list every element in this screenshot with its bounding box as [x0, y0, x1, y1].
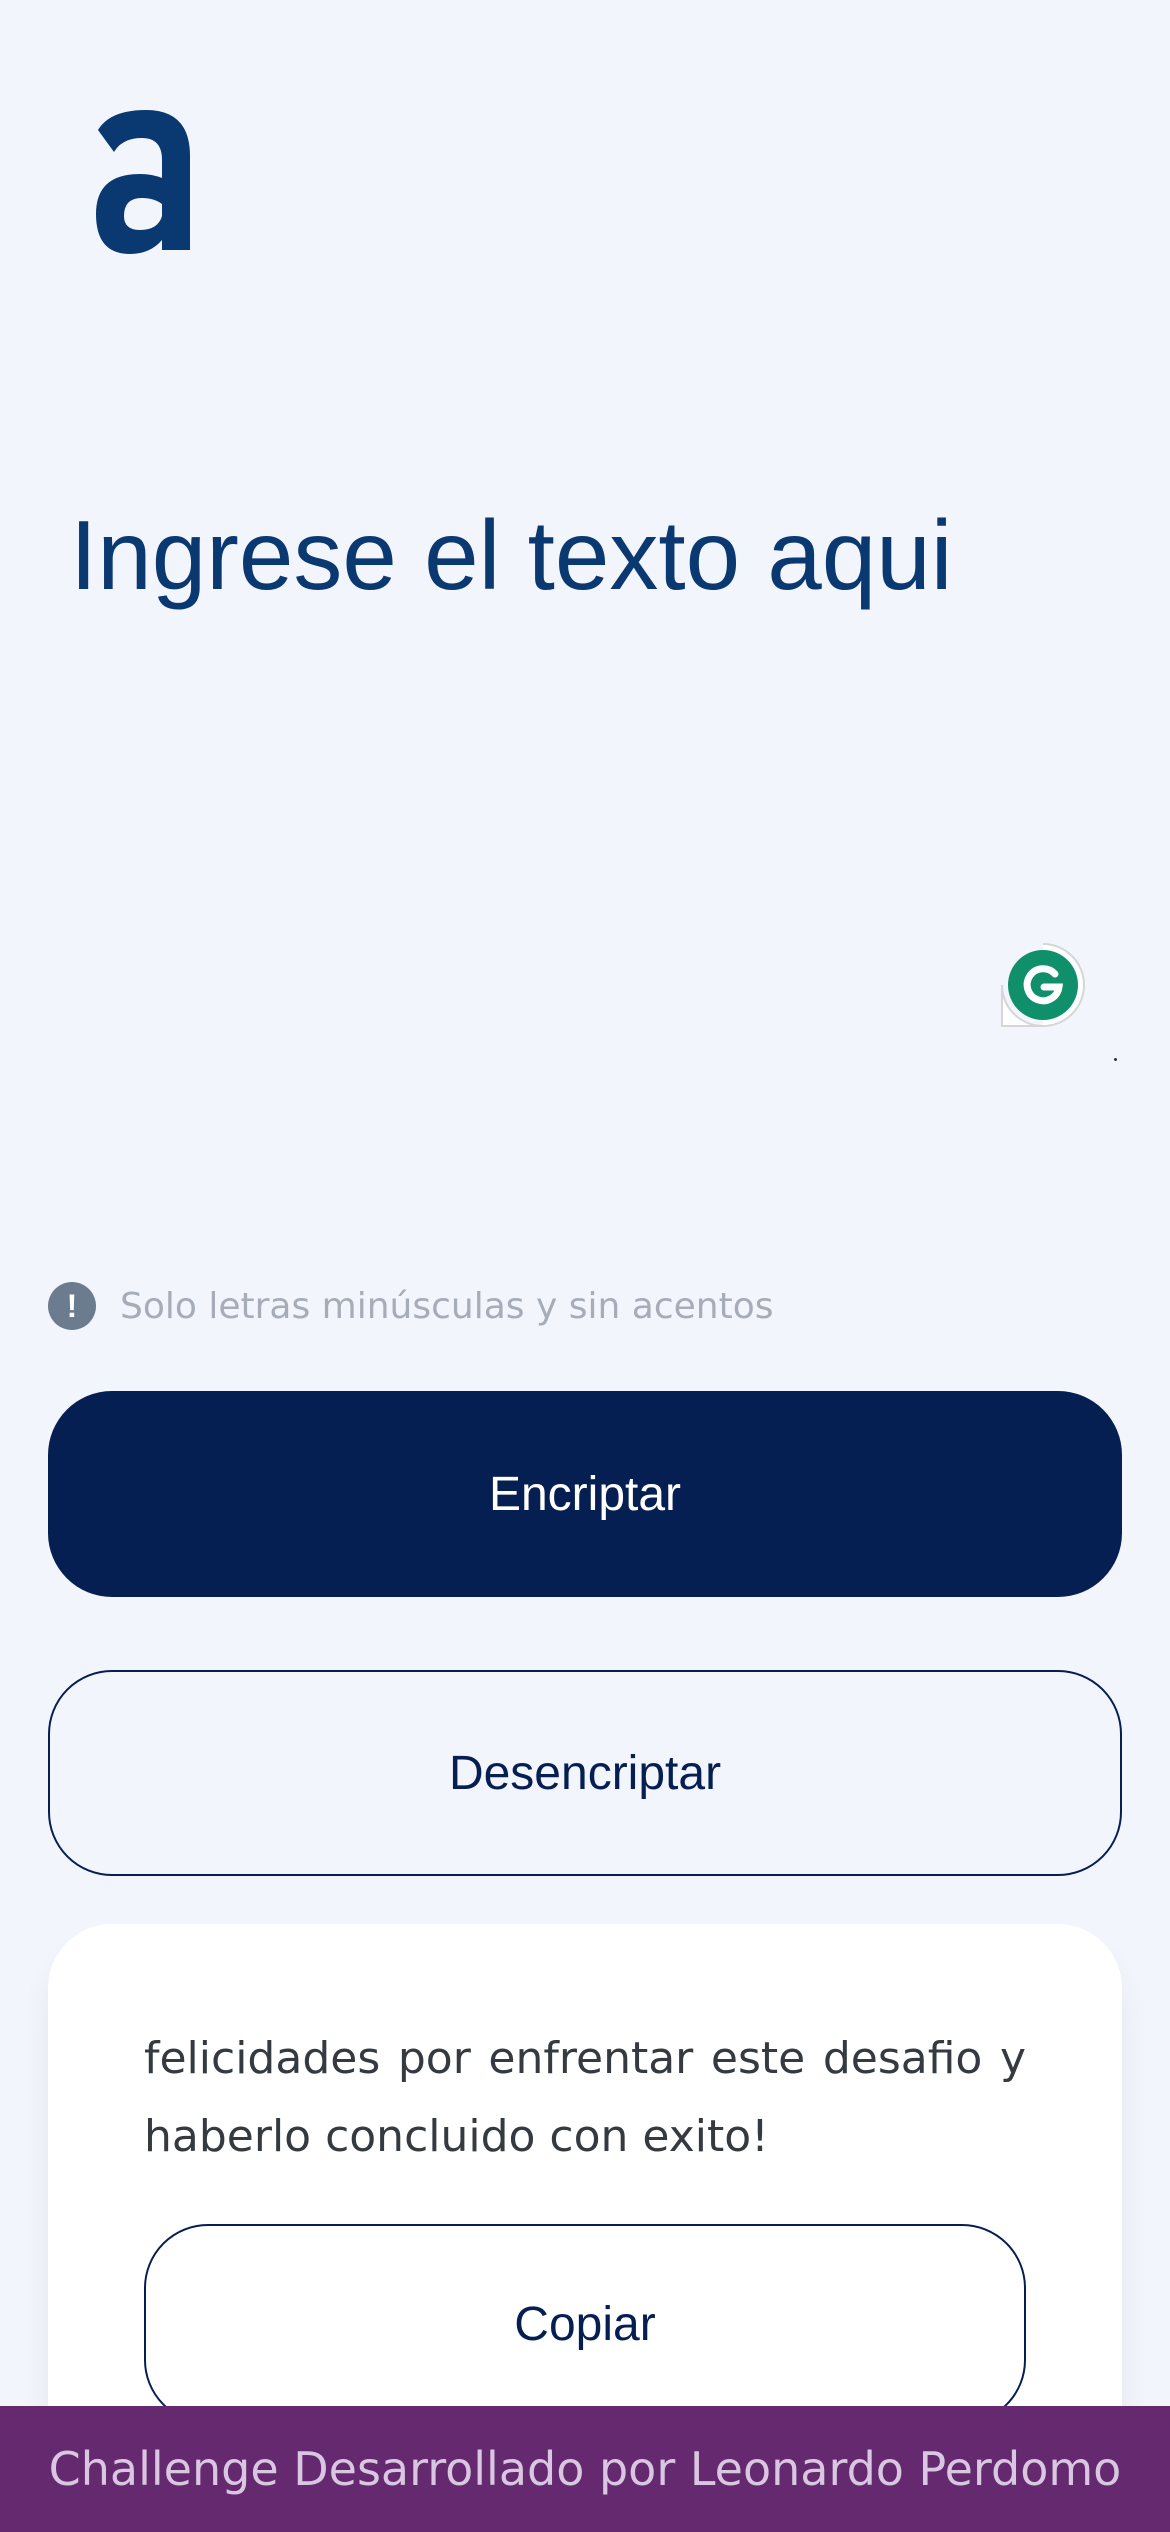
alura-logo [96, 110, 190, 254]
encrypt-button[interactable]: Encriptar [48, 1391, 1122, 1597]
footer-text: Challenge Desarrollado por Leonardo Perd… [48, 2442, 1122, 2496]
copy-button[interactable]: Copiar [144, 2224, 1026, 2424]
grammarly-icon[interactable] [998, 940, 1088, 1030]
decrypt-button[interactable]: Desencriptar [48, 1670, 1122, 1876]
hint-text: Solo letras minúsculas y sin acentos [120, 1285, 774, 1327]
text-input[interactable] [70, 490, 1100, 1190]
exclamation-icon: ! [48, 1282, 96, 1330]
result-text: felicidades por enfrentar este desafio y… [144, 2033, 1026, 2162]
stray-dot [1114, 1058, 1117, 1061]
footer: Challenge Desarrollado por Leonardo Perd… [0, 2406, 1170, 2532]
page: ! Solo letras minúsculas y sin acentos E… [0, 0, 1170, 2532]
hint: ! Solo letras minúsculas y sin acentos [48, 1280, 773, 1332]
